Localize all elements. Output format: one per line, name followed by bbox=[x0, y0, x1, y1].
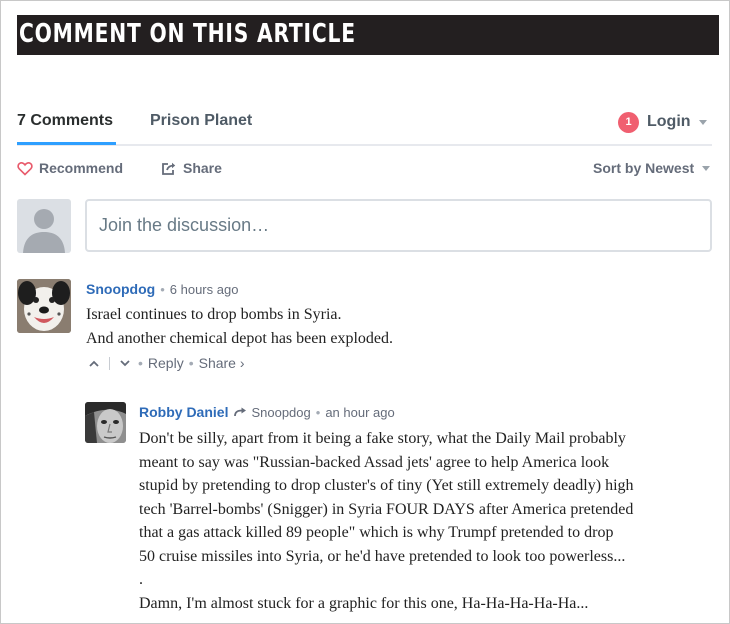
comment-line: Israel continues to drop bombs in Syria. bbox=[86, 306, 342, 323]
comment-line: stupid by pretending to drop cluster's o… bbox=[139, 477, 634, 494]
recommend-label: Recommend bbox=[39, 160, 124, 176]
share-icon bbox=[162, 162, 176, 175]
comment-line: that a gas attack killed 89 people" whic… bbox=[139, 524, 614, 541]
recommend-button[interactable]: Recommend bbox=[17, 158, 123, 178]
comment-footer: • Reply • Share › bbox=[86, 354, 245, 372]
chevron-down-icon bbox=[702, 165, 711, 171]
share-button[interactable]: Share bbox=[161, 158, 222, 178]
upvote-button[interactable] bbox=[86, 355, 102, 371]
chevron-down-icon bbox=[698, 119, 707, 125]
page-frame: COMMENT ON THIS ARTICLE 7 Comments Priso… bbox=[0, 0, 730, 624]
discussion-input-placeholder: Join the discussion… bbox=[99, 215, 270, 235]
comment-line: Damn, I'm almost stuck for a graphic for… bbox=[139, 594, 589, 612]
active-tab-indicator bbox=[17, 142, 116, 145]
tab-community[interactable]: Prison Planet bbox=[150, 112, 252, 130]
comment-timestamp[interactable]: an hour ago bbox=[325, 405, 394, 420]
sort-label: Sort by Newest bbox=[593, 160, 695, 176]
comment-line: tech 'Barrel-bombs' (Snigger) in Syria F… bbox=[139, 500, 634, 518]
separator-dot: • bbox=[188, 355, 194, 371]
portrait-avatar-icon bbox=[85, 402, 126, 443]
chevron-up-icon bbox=[89, 360, 99, 367]
login-label: Login bbox=[647, 113, 691, 130]
heart-icon bbox=[17, 161, 33, 176]
comment-meta: Snoopdog • 6 hours ago bbox=[86, 281, 238, 297]
section-title: COMMENT ON THIS ARTICLE bbox=[19, 19, 356, 49]
comment-body: Don't be silly, apart from it being a fa… bbox=[139, 427, 634, 615]
reply-to-author[interactable]: Snoopdog bbox=[251, 405, 310, 420]
comment-line: 50 cruise missiles into Syria, or he'd h… bbox=[139, 547, 626, 565]
user-icon bbox=[23, 209, 65, 253]
share-label: Share bbox=[183, 160, 222, 176]
comment-timestamp[interactable]: 6 hours ago bbox=[170, 282, 239, 297]
tabs-divider bbox=[17, 144, 712, 146]
sort-dropdown[interactable]: Sort by Newest bbox=[593, 158, 711, 178]
current-user-avatar bbox=[17, 199, 71, 253]
comment-body: Israel continues to drop bombs in Syria.… bbox=[86, 303, 393, 351]
dog-avatar-icon bbox=[17, 279, 71, 333]
separator-dot: • bbox=[160, 281, 165, 297]
discussion-input[interactable]: Join the discussion… bbox=[85, 199, 712, 252]
downvote-button[interactable] bbox=[117, 355, 133, 371]
chevron-down-icon bbox=[120, 359, 130, 366]
reply-arrow-icon bbox=[234, 407, 247, 416]
comment-author[interactable]: Snoopdog bbox=[86, 281, 155, 297]
comment-line: . bbox=[139, 571, 143, 588]
login-menu[interactable]: 1 Login bbox=[618, 111, 707, 133]
avatar[interactable] bbox=[85, 402, 126, 443]
share-comment-button[interactable]: Share › bbox=[199, 355, 245, 371]
comment-line: And another chemical depot has been expl… bbox=[86, 330, 393, 347]
comment-line: meant to say was "Russian-backed Assad j… bbox=[139, 453, 610, 471]
avatar[interactable] bbox=[17, 279, 71, 333]
reply-button[interactable]: Reply bbox=[148, 355, 184, 371]
comment-line: Don't be silly, apart from it being a fa… bbox=[139, 430, 626, 447]
vote-separator bbox=[109, 356, 110, 370]
tab-comments-count[interactable]: 7 Comments bbox=[17, 112, 113, 130]
separator-dot: • bbox=[315, 404, 321, 420]
separator-dot: • bbox=[138, 355, 143, 371]
notification-badge: 1 bbox=[618, 111, 639, 133]
comment-meta: Robby Daniel Snoopdog • an hour ago bbox=[139, 404, 395, 420]
section-banner: COMMENT ON THIS ARTICLE bbox=[17, 15, 719, 55]
comment-author[interactable]: Robby Daniel bbox=[139, 404, 228, 420]
